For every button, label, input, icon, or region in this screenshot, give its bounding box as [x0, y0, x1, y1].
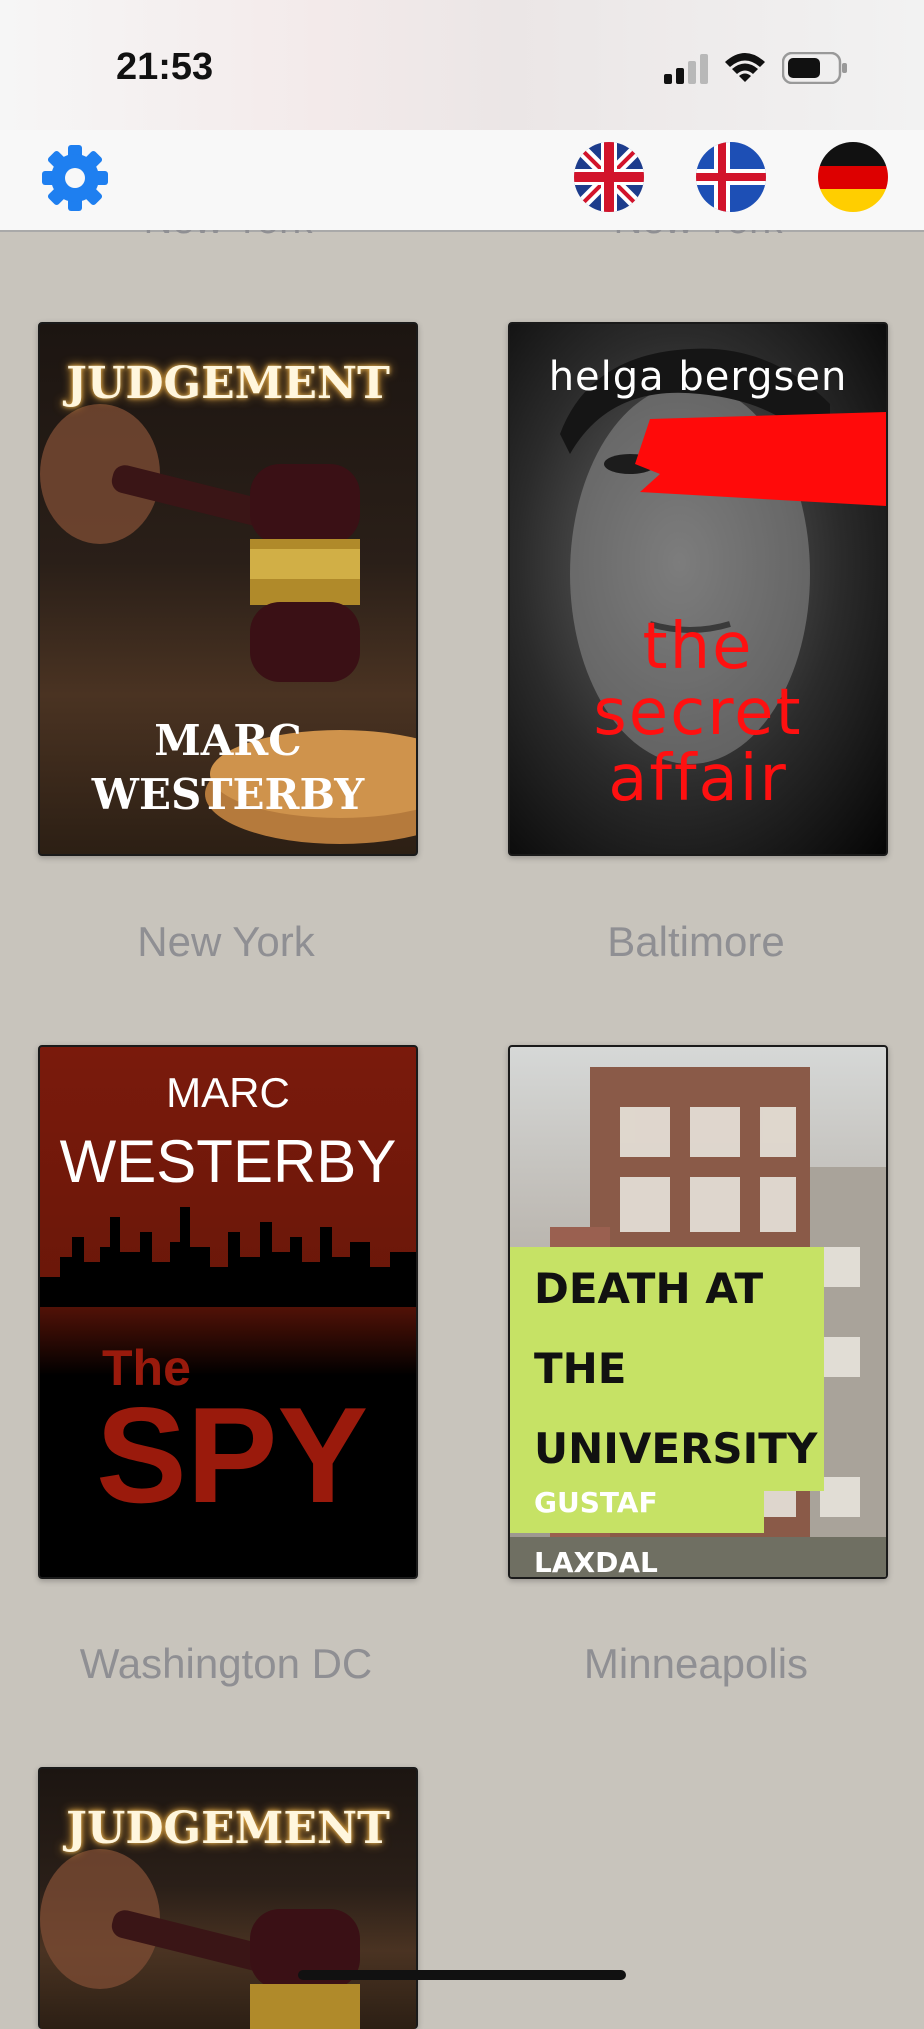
status-time: 21:53: [116, 46, 214, 88]
germany-flag-icon[interactable]: [818, 142, 888, 212]
book-title-line: affair: [608, 742, 788, 816]
uk-flag-icon[interactable]: [574, 142, 644, 212]
book-cover-secret-affair[interactable]: helga bergsen the secret affair: [508, 322, 888, 856]
cellular-signal-icon: [664, 54, 708, 84]
book-author: GUSTAF LAXDAL: [510, 1473, 764, 1577]
nav-bar: [0, 130, 924, 232]
book-author-line: WESTERBY: [91, 770, 365, 819]
wifi-icon: [725, 53, 765, 82]
book-author-line: WESTERBY: [59, 1128, 397, 1195]
book-cover-judgement[interactable]: JUDGEMENT: [38, 1767, 418, 2029]
book-author: helga bergsen: [548, 354, 848, 400]
city-label: New York: [137, 918, 315, 965]
book-title-line: secret: [593, 676, 803, 750]
book-title: SPY: [96, 1379, 369, 1531]
book-author: MARC WESTERBY: [40, 714, 416, 822]
book-title-line: DEATH AT THE: [534, 1264, 764, 1393]
home-indicator[interactable]: [298, 1970, 626, 1980]
gear-icon[interactable]: [40, 143, 110, 213]
book-title: DEATH AT THE UNIVERSITY: [510, 1247, 824, 1491]
book-author-line: MARC: [154, 716, 302, 765]
book-author-line: MARC: [166, 1069, 290, 1116]
battery-icon: [782, 52, 847, 84]
city-label: Washington DC: [79, 1640, 373, 1687]
iceland-flag-icon[interactable]: [696, 142, 766, 212]
status-bar: 21:53: [0, 0, 924, 130]
book-cover-death-at-the-university[interactable]: DEATH AT THE UNIVERSITY GUSTAF LAXDAL: [508, 1045, 888, 1579]
book-title: the secret affair: [510, 614, 886, 812]
book-title-line: the: [642, 610, 754, 684]
city-label: Baltimore: [607, 918, 785, 965]
book-title: JUDGEMENT: [66, 358, 390, 409]
book-title: JUDGEMENT: [66, 1803, 390, 1854]
book-cover-spy[interactable]: MARC WESTERBY The SPY: [38, 1045, 418, 1579]
book-cover-judgement[interactable]: JUDGEMENT MARC WESTERBY: [38, 322, 418, 856]
city-label: Minneapolis: [583, 1640, 809, 1687]
